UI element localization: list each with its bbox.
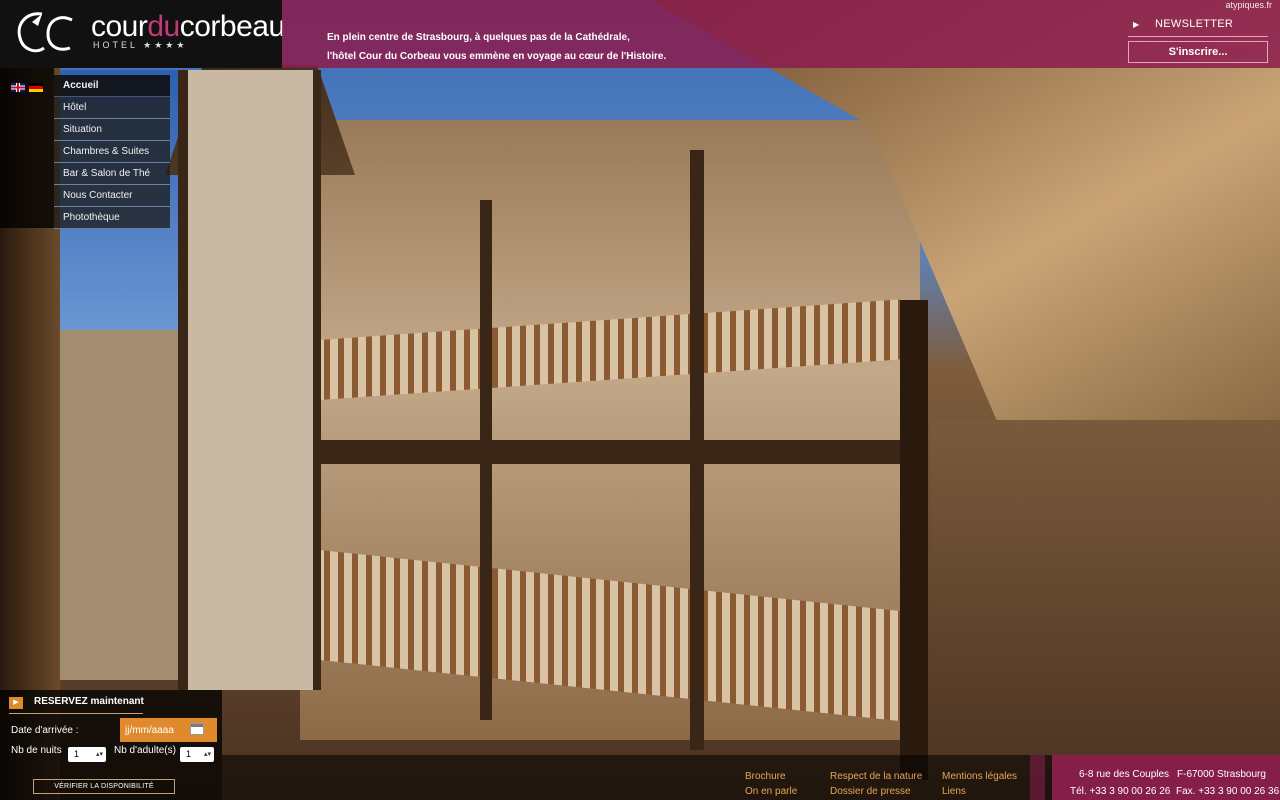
english-flag-icon[interactable] — [11, 83, 25, 92]
menu-item-contact[interactable]: Nous Contacter — [54, 185, 170, 207]
divider — [1128, 36, 1268, 37]
footer-link-press-kit[interactable]: Dossier de presse — [830, 786, 911, 797]
adults-label: Nb d'adulte(s) — [114, 745, 176, 756]
newsletter-label: NEWSLETTER — [1155, 18, 1234, 30]
calendar-icon[interactable] — [190, 723, 204, 735]
city: F-67000 Strasbourg — [1177, 769, 1266, 780]
menu-item-bar[interactable]: Bar & Salon de Thé — [54, 163, 170, 185]
left-house — [60, 330, 186, 680]
nights-value: 1 — [74, 749, 80, 759]
booking-panel: ▶ RESERVEZ maintenant Date d'arrivée : N… — [0, 690, 222, 800]
intro-line: l'hôtel Cour du Corbeau vous emmène en v… — [327, 51, 667, 62]
phone: Tél. +33 3 90 00 26 26 — [1070, 786, 1171, 797]
footer-bar: Brochure On en parle Respect de la natur… — [222, 755, 1030, 800]
booking-title: RESERVEZ maintenant — [34, 696, 144, 707]
footer-link-press-mentions[interactable]: On en parle — [745, 786, 797, 797]
beam — [300, 440, 920, 464]
logo-subtitle: HOTEL ★★★★ — [93, 40, 188, 50]
intro-line: En plein centre de Strasbourg, à quelque… — [327, 32, 630, 43]
menu-item-hotel[interactable]: Hôtel — [54, 97, 170, 119]
subscribe-button[interactable]: S'inscrire... — [1128, 41, 1268, 63]
menu-item-situation[interactable]: Situation — [54, 119, 170, 141]
footer-link-brochure[interactable]: Brochure — [745, 771, 786, 782]
arrival-label: Date d'arrivée : — [11, 725, 79, 736]
half-timbered-tower — [178, 70, 321, 690]
adults-select[interactable]: 1 ▴▾ — [180, 747, 214, 762]
divider — [9, 713, 143, 714]
language-switcher — [11, 83, 43, 93]
footer-link-legal[interactable]: Mentions légales — [942, 771, 1017, 782]
right-wall — [930, 420, 1280, 800]
newsletter[interactable]: ▶ NEWSLETTER — [1128, 14, 1268, 37]
fax: Fax. +33 3 90 00 26 36 — [1176, 786, 1280, 797]
raven-logo-icon — [17, 12, 73, 53]
credit-link[interactable]: atypiques.fr — [1225, 0, 1272, 10]
check-availability-button[interactable]: VÉRIFIER LA DISPONIBILITÉ — [33, 779, 175, 794]
footer-link-links[interactable]: Liens — [942, 786, 966, 797]
stepper-arrows-icon: ▴▾ — [95, 751, 103, 758]
nights-label: Nb de nuits — [11, 745, 62, 756]
logo-name: courducorbeau — [91, 10, 285, 43]
courtyard-photo — [0, 0, 1280, 800]
footer-link-nature[interactable]: Respect de la nature — [830, 771, 922, 782]
menu-item-chambres[interactable]: Chambres & Suites — [54, 141, 170, 163]
stepper-arrows-icon: ▴▾ — [203, 751, 211, 758]
beam — [900, 300, 928, 780]
play-arrow-icon: ▶ — [9, 697, 23, 709]
main-menu: Accueil Hôtel Situation Chambres & Suite… — [54, 75, 170, 229]
nights-select[interactable]: 1 ▴▾ — [68, 747, 106, 762]
address: 6-8 rue des Couples — [1079, 769, 1170, 780]
menu-item-accueil[interactable]: Accueil — [54, 75, 170, 97]
contact-box: 6-8 rue des Couples F-67000 Strasbourg T… — [1068, 755, 1280, 800]
menu-item-phototheque[interactable]: Photothèque — [54, 207, 170, 229]
beam — [690, 150, 704, 750]
intro-text: En plein centre de Strasbourg, à quelque… — [327, 28, 666, 66]
logo[interactable]: courducorbeau HOTEL ★★★★ — [0, 0, 285, 68]
play-arrow-icon: ▶ — [1133, 20, 1140, 29]
german-flag-icon[interactable] — [29, 83, 43, 92]
adults-value: 1 — [186, 749, 192, 759]
contact-accent-strip — [1030, 755, 1068, 800]
beam — [480, 200, 492, 720]
